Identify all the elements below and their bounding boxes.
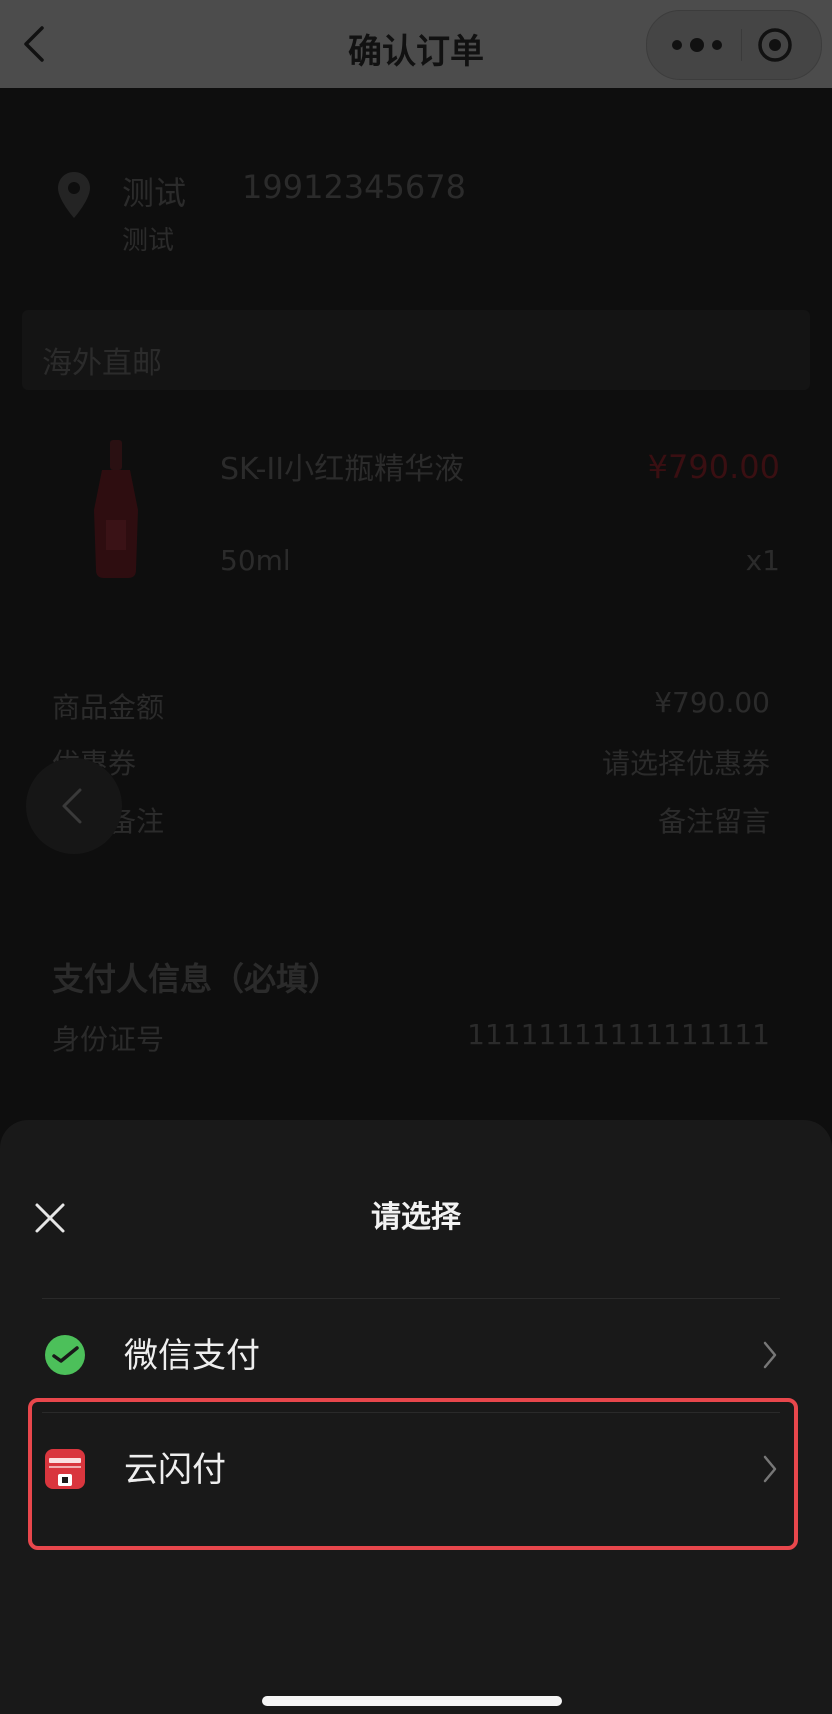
summary-value: ¥790.00	[654, 686, 770, 719]
selection-highlight-box	[28, 1398, 798, 1550]
id-number-value: 11111111111111111	[467, 1018, 770, 1051]
recipient-phone: 19912345678	[242, 168, 466, 206]
shipping-label: 海外直邮	[42, 346, 162, 381]
location-pin-icon	[58, 172, 90, 218]
payment-method-sheet: 请选择 微信支付 云闪付	[0, 1120, 832, 1714]
navigation-bar: 确认订单	[0, 0, 832, 88]
wechat-pay-icon	[45, 1335, 85, 1375]
payer-info-title: 支付人信息（必填）	[52, 960, 341, 998]
recipient-name: 测试	[122, 174, 187, 212]
product-quantity: x1	[745, 544, 780, 577]
id-number-label: 身份证号	[52, 1023, 165, 1056]
chevron-left-icon	[62, 788, 82, 824]
summary-value: 备注留言	[657, 805, 770, 838]
recipient-address: 测试	[122, 226, 175, 256]
chevron-right-icon	[763, 1341, 777, 1369]
wechat-pay-label: 微信支付	[124, 1336, 260, 1376]
product-spec: 50ml	[220, 544, 291, 577]
sheet-title: 请选择	[371, 1200, 461, 1235]
product-name: SK-II小红瓶精华液	[220, 452, 465, 487]
divider	[42, 1298, 780, 1299]
home-indicator	[262, 1696, 562, 1706]
target-circle-icon[interactable]	[755, 25, 795, 65]
capsule-divider	[741, 29, 742, 61]
summary-value: 请选择优惠券	[601, 747, 770, 780]
product-image	[94, 440, 138, 578]
floating-back-button[interactable]	[26, 758, 122, 854]
mini-program-capsule	[646, 10, 822, 80]
product-price: ¥790.00	[647, 448, 780, 486]
wechat-pay-option[interactable]: 微信支付	[0, 1300, 832, 1412]
summary-label: 商品金额	[52, 691, 165, 724]
more-dots-icon[interactable]	[669, 35, 733, 55]
